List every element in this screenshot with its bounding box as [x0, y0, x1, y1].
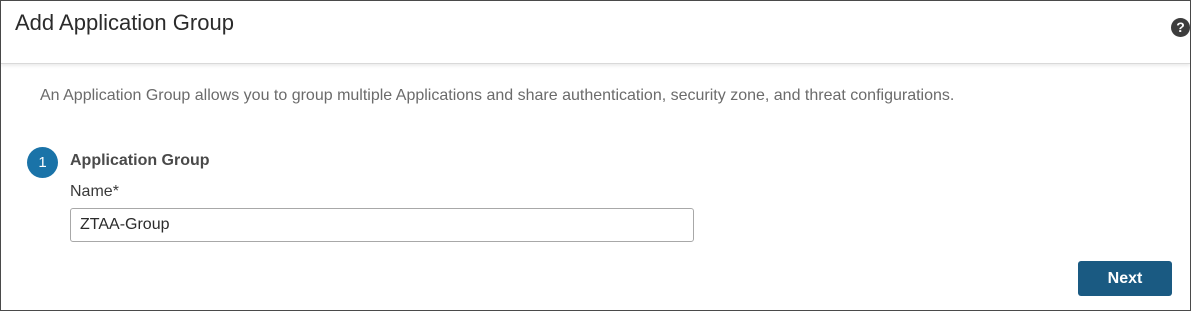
name-field-label: Name* — [70, 183, 119, 201]
name-label-text: Name — [70, 183, 113, 200]
help-icon[interactable]: ? — [1171, 18, 1190, 37]
dialog-header: Add Application Group ? — [1, 1, 1190, 64]
dialog-description: An Application Group allows you to group… — [40, 87, 955, 104]
add-application-group-dialog: Add Application Group ? An Application G… — [0, 0, 1191, 311]
step-number-badge: 1 — [27, 147, 58, 178]
name-input[interactable] — [70, 208, 694, 242]
step-title: Application Group — [70, 152, 210, 169]
required-marker: * — [112, 183, 119, 200]
dialog-title: Add Application Group — [15, 10, 234, 35]
next-button[interactable]: Next — [1078, 261, 1172, 296]
